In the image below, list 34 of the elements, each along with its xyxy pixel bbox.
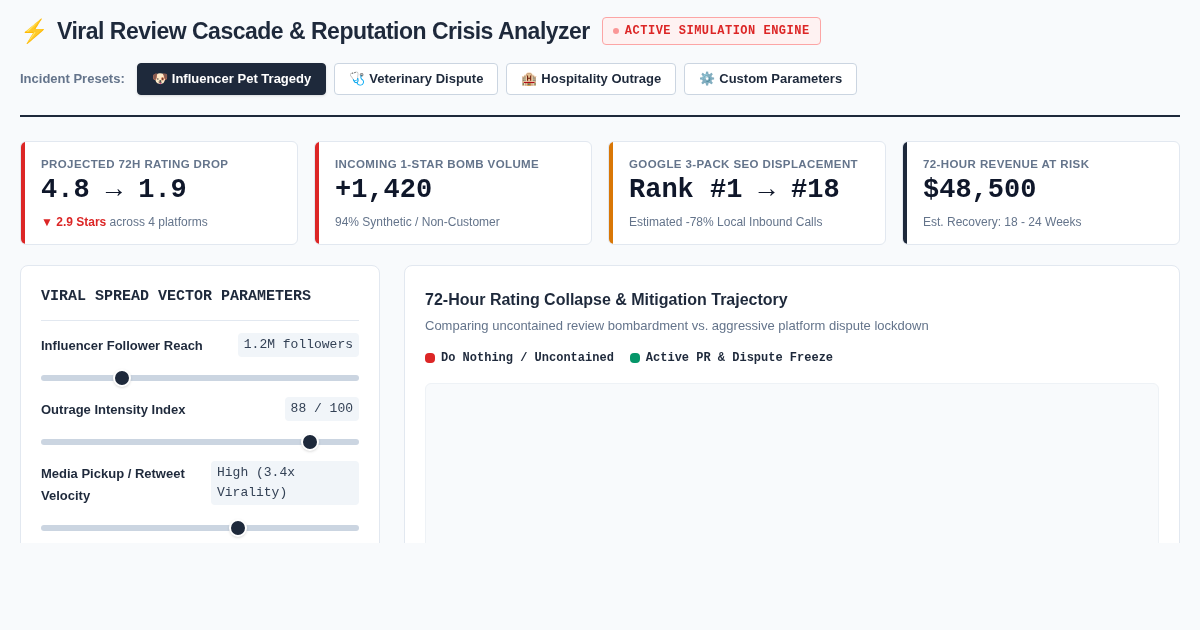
metric-value: 4.8 → 1.9	[41, 173, 188, 207]
metric-label: PROJECTED 72H RATING DROP	[41, 156, 230, 172]
metric-note: Estimated -78% Local Inbound Calls	[629, 213, 824, 231]
slider-reading: 1.2M followers	[237, 333, 359, 357]
chart-title: 72-Hour Rating Collapse & Mitigation Trajectory	[425, 289, 789, 310]
legend-label: Do Nothing / Uncontained	[441, 350, 614, 367]
presets-label: Incident Presets:	[20, 69, 125, 88]
preset-button[interactable]: ⚙ Custom Parameters	[684, 62, 858, 95]
legend-label: Active PR & Dispute Freeze	[645, 350, 834, 367]
slider-thumb[interactable]	[229, 519, 248, 537]
metric-value: Rank #1 → #18	[629, 173, 841, 207]
metric-note: Est. Recovery: 18 - 24 Weeks	[923, 213, 1083, 231]
lightning-icon: ⚡	[20, 14, 49, 49]
slider-label: Outrage Intensity Index	[41, 401, 186, 419]
metric-label: INCOMING 1-STAR BOMB VOLUME	[335, 156, 541, 172]
slider-label: Media Pickup / Retweet Velocity	[41, 465, 186, 505]
panel-title: VIRAL SPREAD VECTOR PARAMETERS	[41, 285, 359, 321]
slider-label: Influencer Follower Reach	[41, 337, 203, 355]
slider-reading: 88 / 100	[284, 397, 359, 421]
preset-button[interactable]: 🐶 Influencer Pet Tragedy	[136, 62, 327, 95]
slider-thumb[interactable]	[301, 433, 319, 451]
page-title: Viral Review Cascade & Reputation Crisis Analyzer	[57, 17, 590, 46]
metric-note: 94% Synthetic / Non-Customer	[335, 213, 501, 231]
metric-label: GOOGLE 3-PACK SEO DISPLACEMENT	[629, 156, 860, 172]
slider-reading: High (3.4x Virality)	[211, 461, 359, 505]
metric-note: ▼ 2.9 Stars across 4 platforms	[41, 213, 209, 231]
status-badge: ACTIVE SIMULATION ENGINE	[601, 17, 821, 46]
chart-subtitle: Comparing uncontained review bombardment vs. aggressive platform dispute lockdown	[425, 316, 930, 335]
slider-thumb[interactable]	[113, 369, 132, 387]
metric-value: $48,500	[923, 173, 1038, 207]
metric-label: 72-HOUR REVENUE AT RISK	[923, 156, 1091, 172]
preset-button[interactable]: 🩺 Veterinary Dispute	[334, 62, 499, 95]
preset-button[interactable]: 🏨 Hospitality Outrage	[506, 62, 677, 95]
metric-value: +1,420	[335, 173, 434, 207]
